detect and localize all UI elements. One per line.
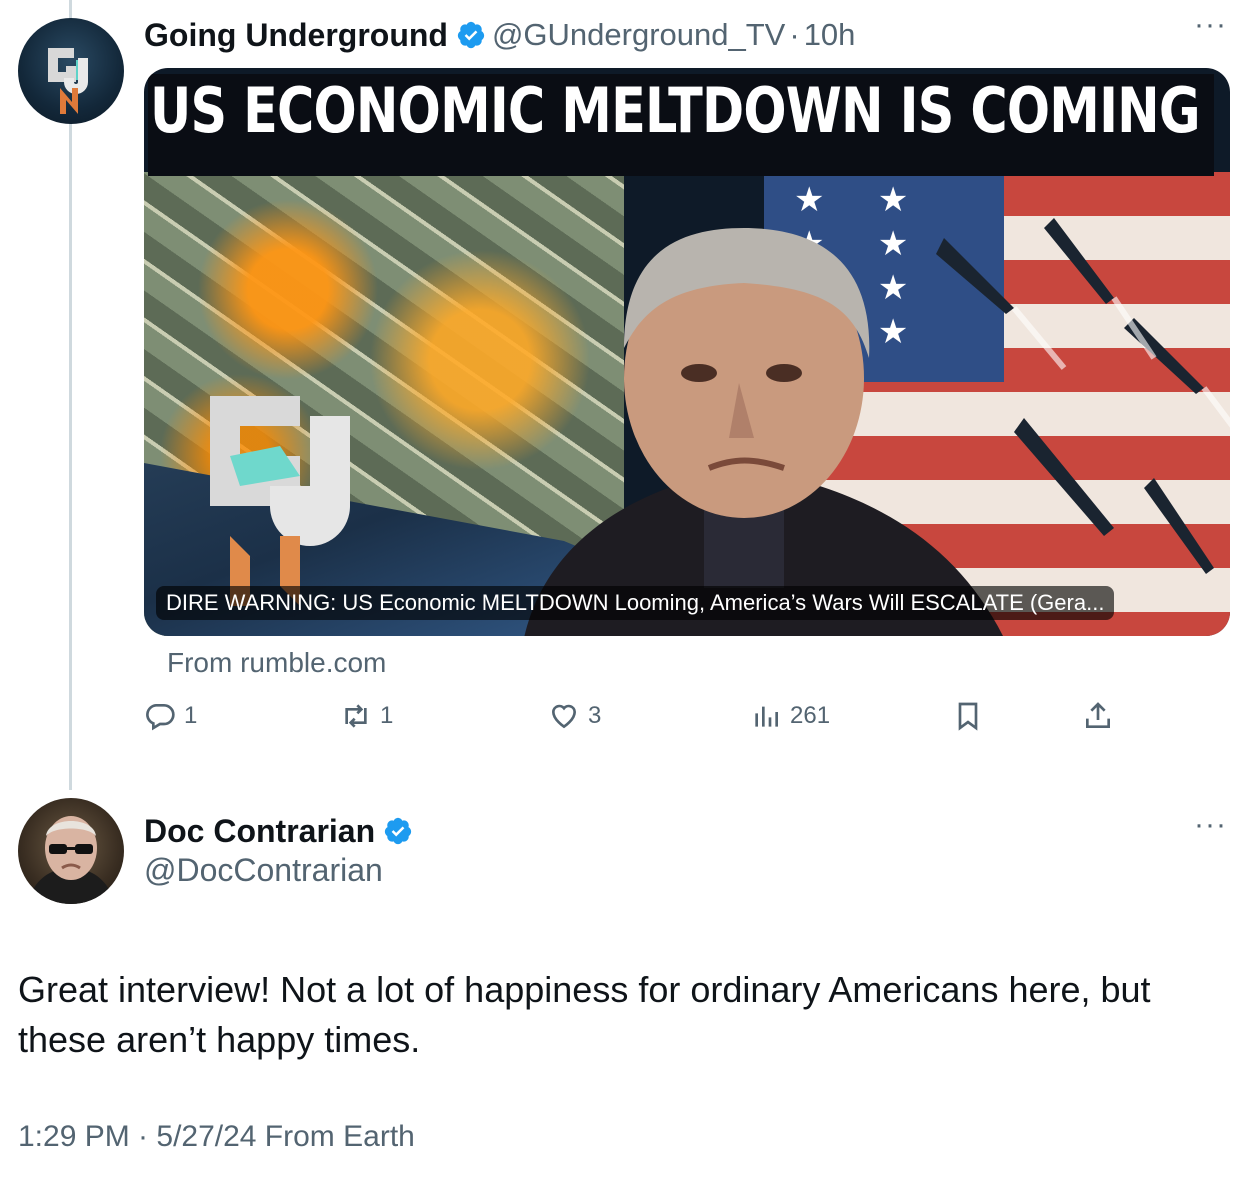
media-caption: DIRE WARNING: US Economic MELTDOWN Loomi… [156,586,1115,620]
tweet1-action-bar: 1 1 3 261 [144,700,1114,740]
views-icon [755,706,778,727]
gu-avatar-logo [48,48,88,114]
avatar-going-underground[interactable] [18,18,124,124]
tweet2-handle[interactable]: @DocContrarian [144,852,383,889]
like-count: 3 [588,702,602,729]
repost-button[interactable]: 1 [340,700,393,732]
tweet1-handle[interactable]: @GUnderground_TV [492,17,785,53]
reply-icon [146,704,175,731]
tweet2-header: Doc Contrarian [144,810,419,852]
media-headline: US ECONOMIC MELTDOWN IS COMING [150,74,1201,147]
views-count: 261 [790,702,831,729]
avatar-doc-contrarian[interactable] [18,798,124,904]
media-card[interactable]: ★ ★ ★ ★ ★ ★ ★ ★ US ECONOMIC MELTDOWN I [144,68,1230,636]
repost-count: 1 [380,702,394,729]
separator-dot: · [789,17,800,52]
tweet1-timestamp[interactable]: 10h [804,17,856,53]
gu-watermark-logo [210,396,350,606]
share-button[interactable] [1082,700,1114,732]
reply-count: 1 [184,702,198,729]
verified-icon[interactable] [456,20,486,50]
doc-contrarian-avatar-image [28,816,114,904]
more-icon[interactable]: ··· [1194,8,1227,42]
tweet1-display-name[interactable]: Going Underground [144,17,448,54]
bookmark-icon [958,702,978,731]
tweet2-text: Great interview! Not a lot of happiness … [18,969,1151,1060]
tweet2-display-name[interactable]: Doc Contrarian [144,813,375,850]
tweet2-timestamp-meta[interactable]: 1:29 PM · 5/27/24 From Earth [18,1120,415,1154]
tweet1-header: Going Underground @GUnderground_TV · 10h [144,14,855,56]
like-button[interactable]: 3 [548,700,601,732]
more-icon[interactable]: ··· [1194,808,1227,842]
share-icon [1086,702,1110,728]
bookmark-button[interactable] [952,700,984,732]
views-button[interactable]: 261 [750,700,830,732]
repost-icon [345,704,367,728]
reply-button[interactable]: 1 [144,700,197,732]
media-source-link[interactable]: From rumble.com [167,647,386,679]
interviewee-image [524,228,1003,636]
like-icon [551,704,577,729]
verified-icon[interactable] [383,816,413,846]
